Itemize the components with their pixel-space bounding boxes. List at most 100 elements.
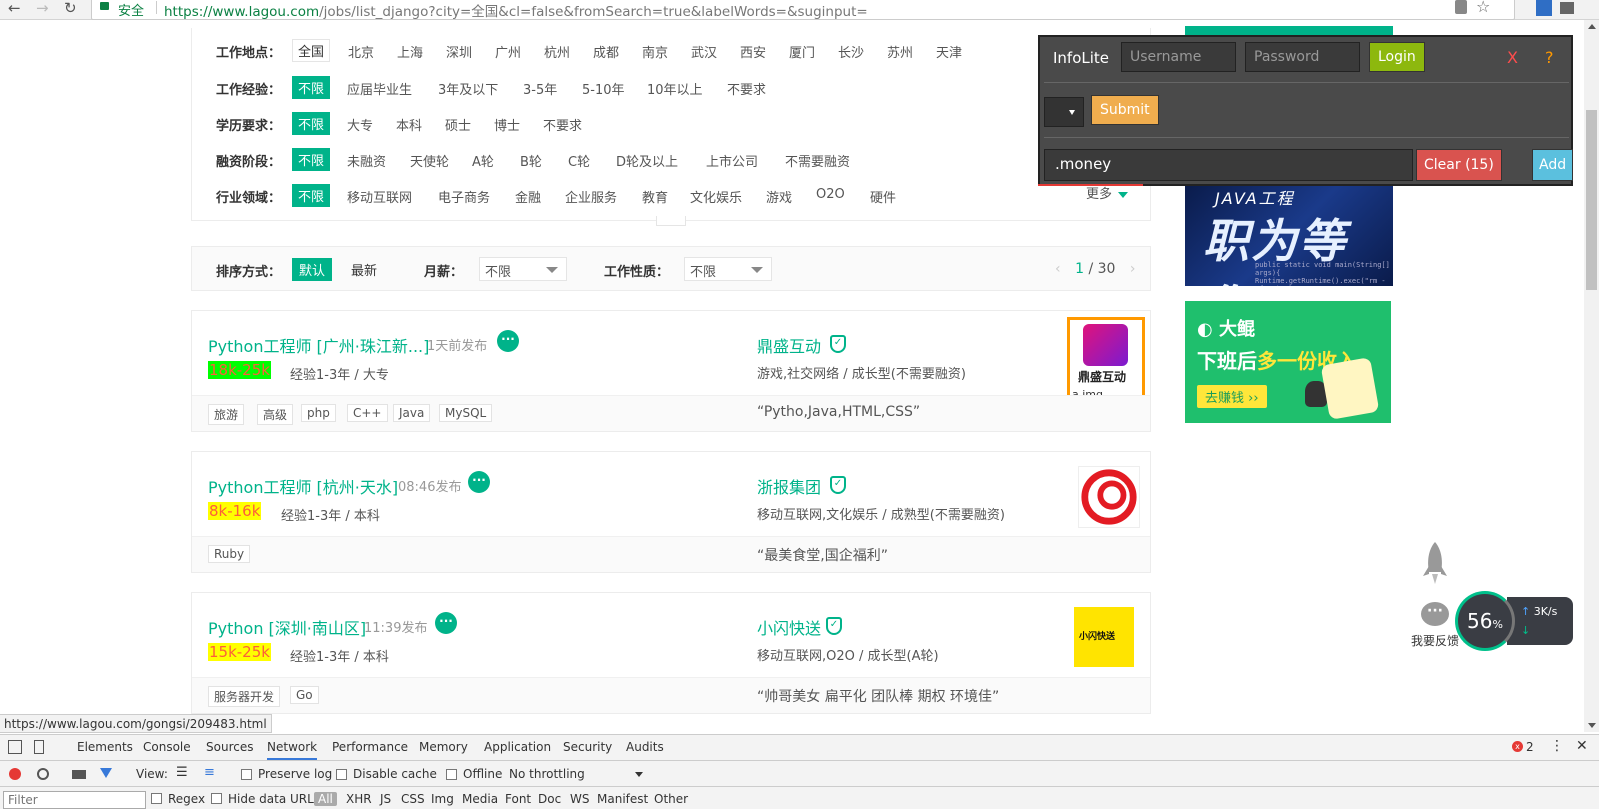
reload-icon[interactable]: ↻ (64, 0, 77, 16)
clear-icon[interactable] (37, 768, 49, 780)
tab-network[interactable]: Network (267, 740, 318, 760)
company-logo[interactable]: 鼎盛互动 a img (1067, 317, 1145, 403)
chat-icon[interactable]: ··· (497, 330, 519, 352)
experience-option[interactable]: 应届毕业生 (347, 79, 412, 98)
type-filter[interactable]: WS (570, 792, 589, 806)
city-option[interactable]: 天津 (936, 42, 962, 61)
city-option[interactable]: 成都 (593, 42, 619, 61)
company-name[interactable]: 鼎盛互动 (757, 333, 821, 357)
job-card[interactable]: Python [深圳·南山区] 11:39发布 ··· 15k-25k 经验1-… (191, 592, 1151, 714)
hide-data-urls-checkbox[interactable] (211, 793, 222, 804)
device-icon[interactable] (34, 740, 44, 754)
job-card[interactable]: Python工程师 [杭州·天水] 08:46发布 ··· 8k-16k 经验1… (191, 451, 1151, 573)
type-filter[interactable]: XHR (346, 792, 372, 806)
industry-option[interactable]: 不限 (292, 184, 331, 207)
tab-memory[interactable]: Memory (419, 740, 468, 754)
back-icon[interactable]: ← (8, 0, 21, 16)
job-title[interactable]: Python [深圳·南山区] (208, 615, 366, 639)
inspect-icon[interactable] (8, 740, 22, 754)
type-filter[interactable]: Media (462, 792, 498, 806)
submit-button[interactable]: Submit (1091, 95, 1159, 125)
city-option[interactable]: 西安 (740, 42, 766, 61)
type-filter[interactable]: Font (505, 792, 531, 806)
tab-application[interactable]: Application (484, 740, 551, 754)
selector-dropdown[interactable] (1044, 97, 1084, 127)
city-option[interactable]: 杭州 (544, 42, 570, 61)
throttling-select[interactable]: No throttling (509, 767, 585, 781)
scroll-thumb[interactable] (1586, 110, 1597, 290)
funding-option[interactable]: D轮及以上 (616, 151, 678, 170)
scroll-up-icon[interactable] (1588, 24, 1596, 29)
disable-cache-checkbox[interactable] (336, 769, 347, 780)
feedback-button[interactable]: ··· 我要反馈 (1410, 602, 1460, 649)
experience-option[interactable]: 3-5年 (523, 79, 557, 98)
next-page-icon[interactable]: › (1130, 261, 1136, 277)
address-bar[interactable]: 安全 https://www.lagou.com/jobs/list_djang… (91, 0, 1515, 20)
type-filter[interactable]: Manifest (597, 792, 648, 806)
experience-option[interactable]: 不要求 (727, 79, 766, 98)
sort-default-button[interactable]: 默认 (292, 258, 333, 281)
chevron-down-icon[interactable] (635, 772, 643, 777)
funding-option[interactable]: 不需要融资 (785, 151, 850, 170)
experience-option[interactable]: 10年以上 (647, 79, 703, 98)
industry-option[interactable]: 教育 (642, 187, 668, 206)
more-options-icon[interactable]: ⋮ (1550, 738, 1564, 754)
city-option[interactable]: 全国 (292, 39, 331, 62)
selector-input[interactable]: .money (1044, 149, 1413, 181)
extension-icon[interactable] (1536, 0, 1552, 16)
help-icon[interactable]: ? (1545, 48, 1554, 67)
blocked-popup-icon[interactable] (1455, 0, 1467, 14)
education-option[interactable]: 本科 (396, 115, 422, 134)
funding-option[interactable]: B轮 (520, 151, 542, 170)
list-view-icon[interactable]: ☰ (176, 765, 188, 780)
industry-option[interactable]: O2O (816, 187, 845, 202)
chat-icon[interactable]: ··· (435, 612, 457, 634)
industry-option[interactable]: 游戏 (766, 187, 792, 206)
city-option[interactable]: 广州 (495, 42, 521, 61)
bookmark-star-icon[interactable]: ☆ (1476, 0, 1490, 16)
type-filter[interactable]: CSS (401, 792, 425, 806)
company-logo[interactable] (1078, 466, 1140, 528)
funding-option[interactable]: A轮 (472, 151, 494, 170)
add-button[interactable]: Add (1532, 149, 1574, 181)
tab-console[interactable]: Console (143, 740, 191, 754)
company-name[interactable]: 浙报集团 (757, 474, 821, 498)
close-icon[interactable]: X (1507, 48, 1518, 67)
experience-option[interactable]: 不限 (292, 76, 331, 99)
filter-icon[interactable] (100, 768, 112, 778)
preserve-log-checkbox[interactable] (241, 769, 252, 780)
forward-icon[interactable]: → (36, 0, 49, 16)
clear-button[interactable]: Clear (15) (1416, 149, 1502, 181)
waterfall-view-icon[interactable]: ≡ (204, 765, 215, 780)
type-filter[interactable]: Img (431, 792, 454, 806)
industry-option[interactable]: 电子商务 (438, 187, 490, 206)
company-logo[interactable]: 小闪快送 (1074, 607, 1134, 667)
close-devtools-icon[interactable]: ✕ (1576, 738, 1588, 754)
jobtype-select[interactable]: 不限 (684, 257, 772, 281)
city-option[interactable]: 南京 (642, 42, 668, 61)
job-title[interactable]: Python工程师 [广州·珠江新...] (208, 333, 429, 357)
scroll-down-icon[interactable] (1588, 723, 1596, 728)
rocket-icon[interactable] (1420, 540, 1450, 588)
error-icon[interactable]: x (1512, 741, 1523, 752)
regex-checkbox[interactable] (151, 793, 162, 804)
ad-java[interactable]: JAVA工程 职为等你 public static void main(Stri… (1185, 183, 1393, 286)
experience-option[interactable]: 5-10年 (582, 79, 625, 98)
city-option[interactable]: 深圳 (446, 42, 472, 61)
funding-option[interactable]: 天使轮 (410, 151, 449, 170)
salary-select[interactable]: 不限 (479, 257, 567, 281)
ad-dakun-button[interactable]: 去赚钱 ›› (1197, 385, 1267, 408)
tab-audits[interactable]: Audits (626, 740, 664, 754)
city-option[interactable]: 苏州 (887, 42, 913, 61)
education-option[interactable]: 博士 (494, 115, 520, 134)
city-option[interactable]: 上海 (397, 42, 423, 61)
education-option[interactable]: 大专 (347, 115, 373, 134)
city-option[interactable]: 北京 (348, 42, 374, 61)
username-input[interactable] (1121, 42, 1236, 72)
extension-icon-2[interactable] (1560, 2, 1574, 14)
funding-option[interactable]: 上市公司 (706, 151, 758, 170)
company-name[interactable]: 小闪快送 (757, 615, 821, 639)
industry-option[interactable]: 文化娱乐 (690, 187, 742, 206)
industry-option[interactable]: 企业服务 (565, 187, 617, 206)
industry-option[interactable]: 移动互联网 (347, 187, 412, 206)
